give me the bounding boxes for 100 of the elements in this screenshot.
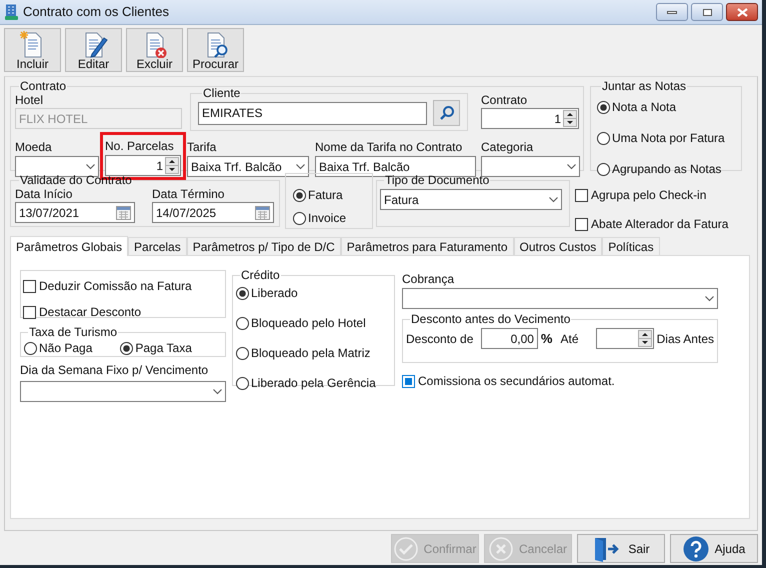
dialog-button[interactable]: Sair	[577, 534, 665, 563]
field-label: Tarifa	[187, 140, 218, 154]
chevron-down-icon	[705, 296, 714, 302]
maximize-button[interactable]	[691, 3, 723, 21]
checkbox[interactable]	[23, 280, 36, 292]
group-title: Contrato	[19, 80, 68, 93]
radio-button[interactable]	[120, 342, 134, 354]
radio-option[interactable]: Liberado pela Gerência	[236, 374, 391, 392]
checkbox-option[interactable]: Abate Alterador da Fatura	[575, 215, 728, 233]
search-button[interactable]	[433, 100, 460, 126]
spinner-arrows-icon[interactable]	[165, 157, 179, 174]
radio-option[interactable]: Liberado	[236, 284, 391, 302]
radio-option[interactable]: Fatura	[293, 186, 365, 204]
field-label: No. Parcelas	[105, 139, 175, 153]
field-label: Data Término	[152, 187, 226, 201]
tab[interactable]: Parâmetros Globais	[10, 236, 128, 256]
group-title: Taxa de Turismo	[28, 326, 118, 339]
field-label: Nome da Tarifa no Contrato	[315, 140, 464, 154]
checkbox[interactable]	[23, 306, 36, 318]
toolbar-button[interactable]: Incluir	[4, 28, 61, 72]
checkbox[interactable]	[575, 188, 588, 202]
checkbox-option[interactable]: Destacar Desconto	[23, 303, 223, 321]
days-before-label: Dias Antes	[656, 330, 714, 348]
building-icon	[5, 4, 18, 20]
radio-option[interactable]: Bloqueado pela Matriz	[236, 344, 391, 362]
radio-button[interactable]	[236, 286, 249, 300]
checkbox[interactable]	[575, 218, 588, 230]
close-icon	[488, 536, 513, 560]
tab[interactable]: Parcelas	[128, 237, 187, 255]
field-label: Contrato	[481, 93, 528, 107]
radio-button[interactable]	[236, 316, 249, 330]
field-label: Data Início	[15, 187, 74, 201]
field-label: Desconto de	[406, 332, 474, 346]
field-label: Cobrança	[402, 272, 456, 286]
radio-option[interactable]: Agrupando as Notas	[597, 160, 735, 178]
radio-button[interactable]	[597, 132, 610, 144]
radio-button[interactable]	[236, 346, 249, 360]
checkbox[interactable]	[402, 374, 415, 388]
group-title: Desconto antes do Vecimento	[410, 313, 572, 326]
checkbox-option[interactable]: Agrupa pelo Check-in	[575, 186, 728, 204]
radio-button[interactable]	[236, 376, 249, 390]
calendar-icon[interactable]	[255, 206, 270, 220]
client-field[interactable]: EMIRATES	[198, 102, 427, 124]
category-dropdown[interactable]	[481, 156, 580, 177]
calendar-icon[interactable]	[116, 206, 131, 220]
field-label: Dia da Semana Fixo p/ Vencimento	[20, 363, 210, 377]
radio-button[interactable]	[597, 162, 610, 176]
radio-option[interactable]: Bloqueado pelo Hotel	[236, 314, 391, 332]
close-icon	[736, 8, 748, 16]
discount-field[interactable]: 0,00	[480, 328, 538, 349]
checkbox-option[interactable]: Deduzir Comissão na Fatura	[23, 277, 223, 295]
radio-option[interactable]: Nota a Nota	[597, 98, 735, 116]
chevron-down-icon	[86, 164, 95, 170]
rate-dropdown[interactable]: Baixa Trf. Balcão	[187, 156, 309, 177]
currency-dropdown[interactable]	[15, 156, 99, 177]
tab[interactable]: Políticas	[602, 237, 660, 255]
radio-option[interactable]: Uma Nota por Fatura	[597, 129, 735, 147]
spinner-arrows-icon[interactable]	[638, 330, 652, 347]
dialog-button[interactable]: Ajuda	[670, 534, 758, 563]
close-button[interactable]	[726, 3, 758, 21]
days-field[interactable]	[596, 328, 654, 349]
chevron-down-icon	[549, 196, 558, 202]
date-field[interactable]: 13/07/2021	[15, 202, 135, 223]
help-icon	[682, 536, 709, 562]
field-label: Hotel	[15, 93, 44, 107]
minimize-button[interactable]	[656, 3, 688, 21]
contract-number-field[interactable]: 1	[481, 108, 579, 129]
checkbox-option[interactable]: Comissiona os secundários automat.	[402, 372, 718, 390]
checkmark-icon	[394, 536, 418, 560]
chevron-down-icon	[213, 388, 222, 394]
weekday-dropdown[interactable]	[20, 381, 226, 402]
document-type-dropdown[interactable]: Fatura	[380, 189, 562, 210]
chevron-down-icon	[296, 164, 305, 170]
tab[interactable]: Outros Custos	[514, 237, 602, 255]
field-label: Categoria	[481, 140, 534, 154]
toolbar-button[interactable]: Procurar	[187, 28, 244, 72]
toolbar-button[interactable]: Excluir	[126, 28, 183, 72]
search-icon	[438, 105, 454, 121]
field-label: Moeda	[15, 140, 53, 154]
chevron-down-icon	[567, 164, 576, 170]
percent-sign: %	[540, 330, 552, 348]
date-field[interactable]: 14/07/2025	[152, 202, 274, 223]
group-title: Cliente	[202, 87, 242, 100]
radio-option[interactable]: Invoice	[293, 209, 365, 227]
radio-button[interactable]	[293, 188, 306, 202]
tab[interactable]: Parâmetros para Faturamento	[340, 237, 514, 255]
radio-option[interactable]: Não Paga	[24, 339, 92, 357]
until-label: Até	[560, 330, 580, 348]
spinner-arrows-icon[interactable]	[563, 110, 577, 127]
group-title: Tipo de Documento	[384, 174, 490, 187]
group-title: Juntar as Notas	[601, 80, 688, 93]
radio-button[interactable]	[293, 212, 306, 224]
tab[interactable]: Parâmetros p/ Tipo de D/C	[186, 237, 341, 255]
radio-button[interactable]	[24, 342, 37, 354]
window-title: Contrato com os Clientes	[23, 3, 169, 22]
billing-dropdown[interactable]	[402, 288, 718, 309]
radio-option[interactable]: Paga Taxa	[120, 339, 192, 357]
toolbar-button[interactable]: Editar	[65, 28, 122, 72]
installments-field[interactable]: 1	[105, 155, 181, 176]
radio-button[interactable]	[597, 100, 610, 114]
